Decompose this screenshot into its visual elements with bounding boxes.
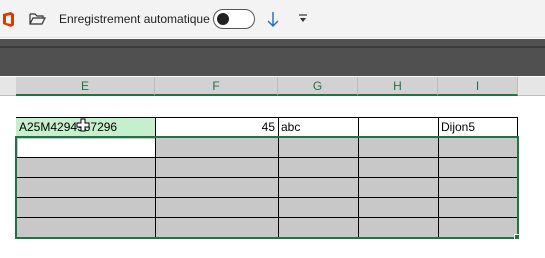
column-border (278, 117, 279, 137)
cell-cursor-icon (76, 118, 90, 132)
cell-i1[interactable]: Dijon5 (438, 118, 518, 137)
column-header-i[interactable]: I (438, 77, 518, 96)
cell-f1[interactable]: 45 (155, 118, 278, 137)
ribbon-divider (0, 46, 545, 48)
cell-g1[interactable]: abc (278, 118, 358, 137)
column-border (155, 117, 156, 137)
cell-h1[interactable] (358, 118, 438, 137)
column-header-f[interactable]: F (155, 77, 278, 96)
column-header-e[interactable]: E (16, 77, 155, 96)
selection-border (15, 136, 519, 239)
folder-open-icon[interactable] (29, 12, 46, 26)
autosave-toggle[interactable] (213, 9, 255, 29)
row-border (16, 117, 518, 118)
column-header-row: E F G H I (0, 77, 545, 96)
column-border (438, 117, 439, 137)
customize-toolbar-icon[interactable] (298, 14, 308, 24)
office-logo-icon[interactable] (2, 11, 15, 28)
ribbon (0, 39, 545, 76)
fill-handle[interactable] (514, 234, 520, 240)
title-bar: Enregistrement automatique (0, 0, 545, 38)
sort-down-icon[interactable] (267, 11, 279, 28)
column-border (358, 117, 359, 137)
column-header-h[interactable]: H (358, 77, 438, 96)
column-border (517, 117, 518, 137)
toggle-knob (217, 13, 229, 25)
autosave-label: Enregistrement automatique (59, 12, 210, 26)
column-header-g[interactable]: G (278, 77, 358, 96)
